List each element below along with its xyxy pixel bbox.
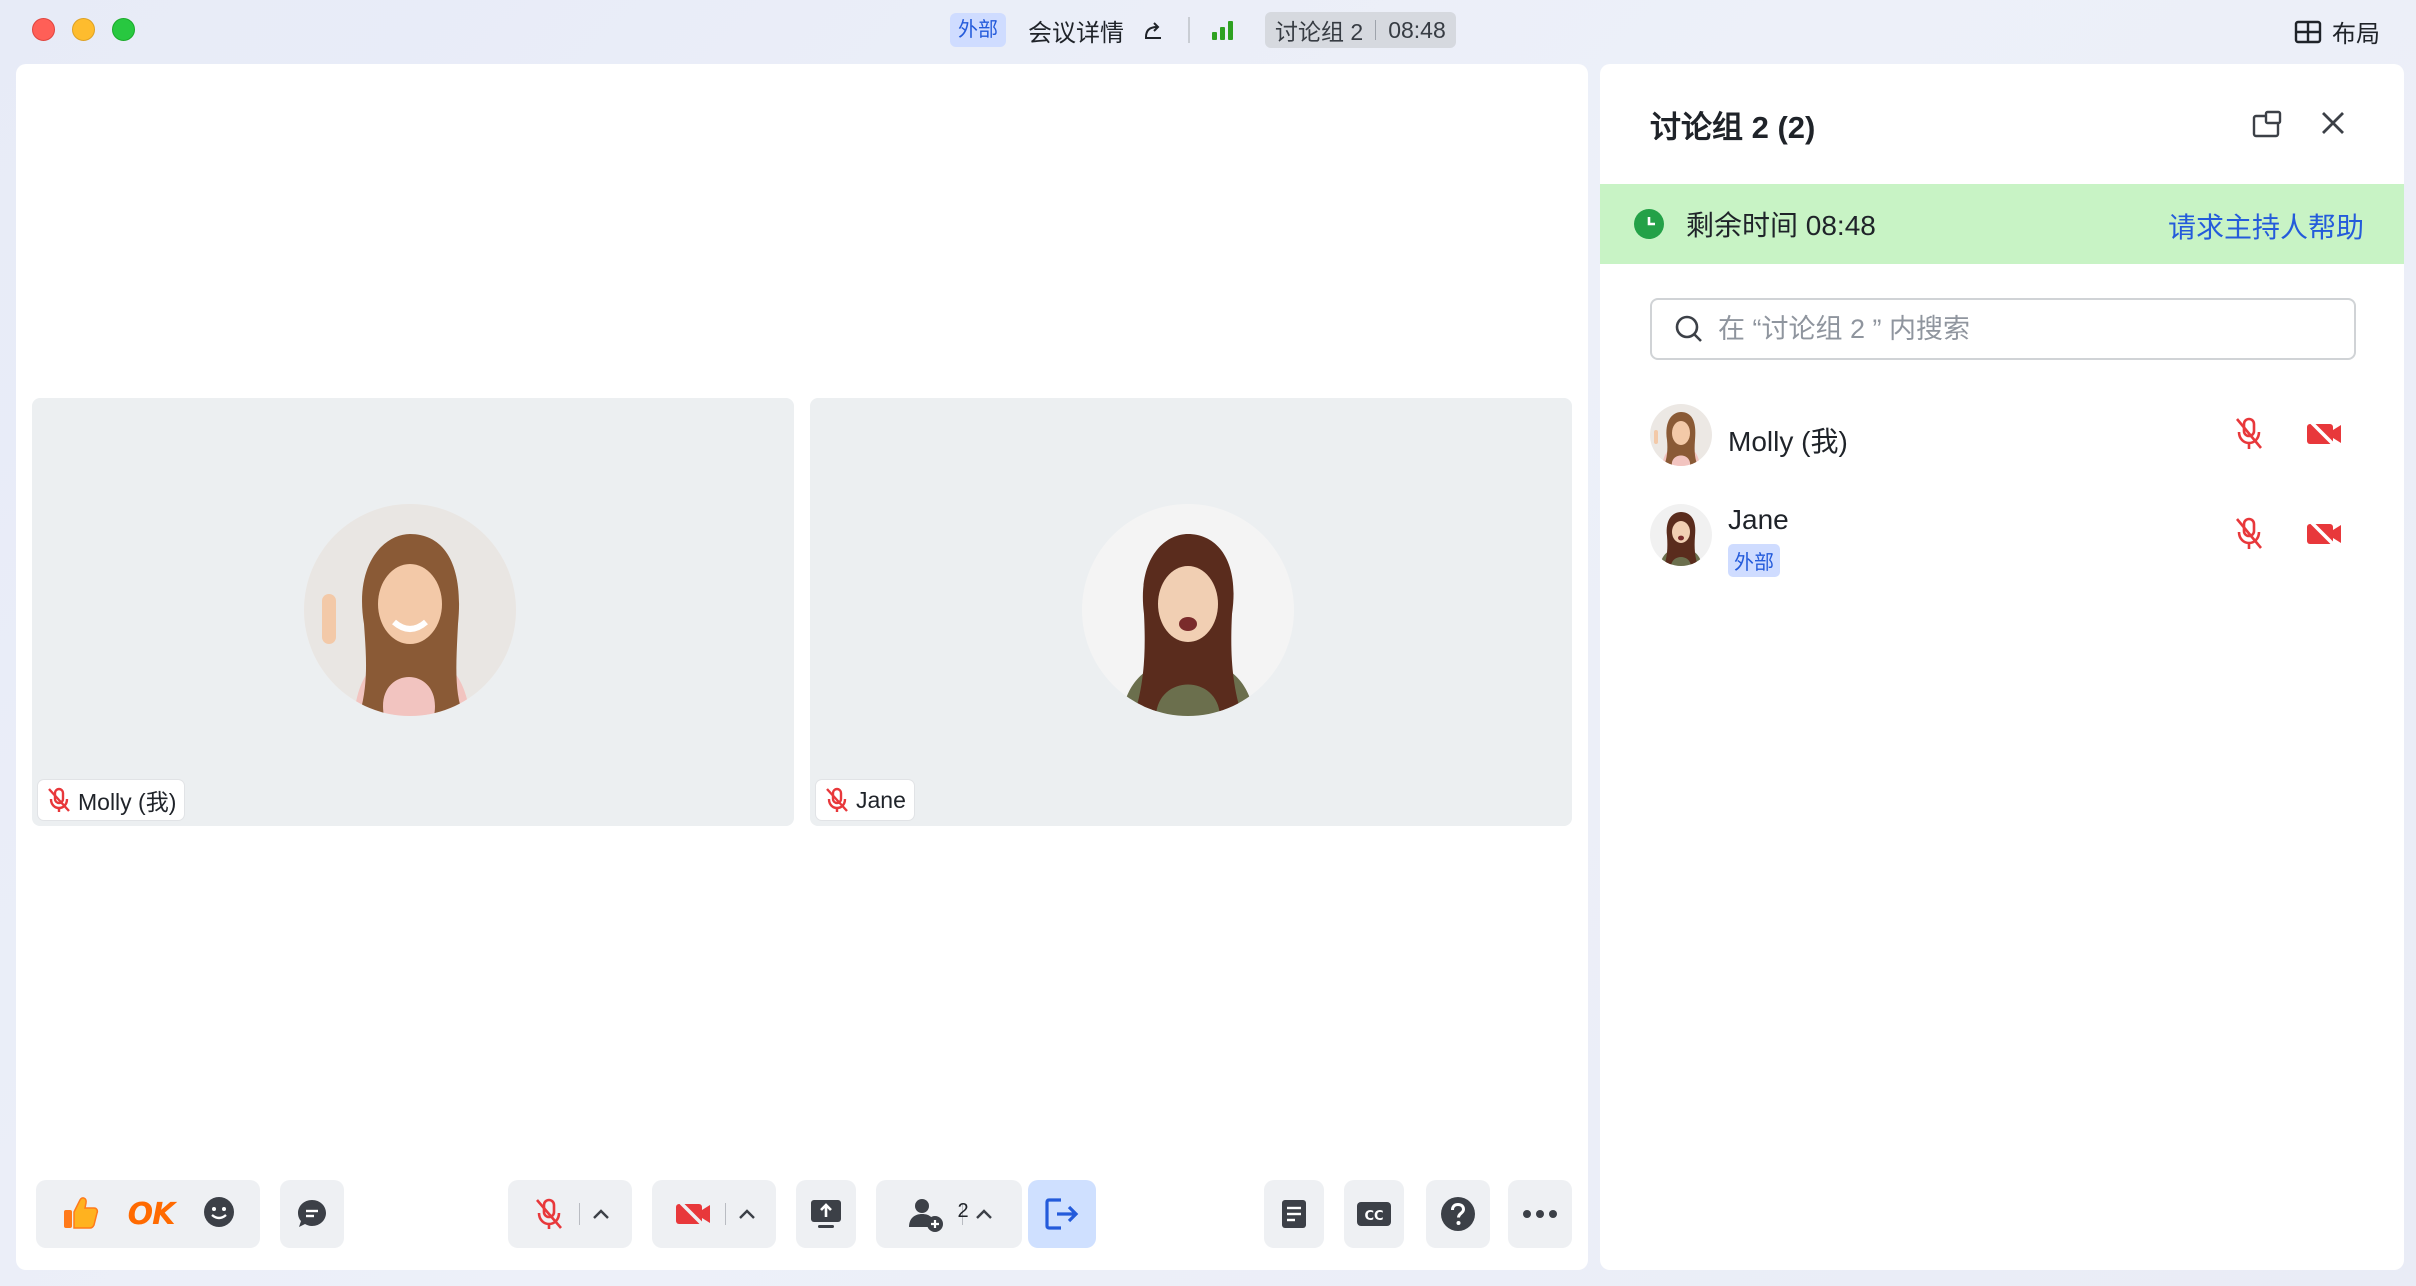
mic-off-icon[interactable] bbox=[2232, 516, 2266, 557]
participants-button[interactable]: 2 bbox=[876, 1180, 1022, 1248]
window-close-button[interactable] bbox=[32, 18, 55, 41]
mic-off-icon bbox=[535, 1198, 562, 1229]
mic-off-icon bbox=[826, 787, 848, 812]
external-badge: 外部 bbox=[1728, 544, 1780, 577]
participant-name: Molly (我) bbox=[78, 789, 177, 815]
camera-off-icon bbox=[675, 1198, 710, 1230]
panel-title: 讨论组 2 (2) bbox=[1650, 110, 1816, 145]
chat-icon bbox=[298, 1200, 326, 1227]
leave-meeting-button[interactable] bbox=[1028, 1180, 1096, 1248]
divider bbox=[578, 1203, 580, 1225]
notes-button[interactable] bbox=[1264, 1180, 1324, 1248]
avatar bbox=[1650, 504, 1712, 566]
request-host-help-link[interactable]: 请求主持人帮助 bbox=[2168, 206, 2364, 246]
add-person-icon bbox=[908, 1199, 943, 1232]
mic-off-icon[interactable] bbox=[2232, 416, 2266, 457]
participant-name-chip: Jane bbox=[816, 780, 914, 820]
window-minimize-button[interactable] bbox=[72, 18, 95, 41]
help-button[interactable] bbox=[1426, 1180, 1490, 1248]
captions-button[interactable]: CC bbox=[1344, 1180, 1404, 1248]
notes-icon bbox=[1282, 1200, 1306, 1228]
video-tile-jane[interactable]: Jane bbox=[810, 398, 1572, 826]
remaining-time: 剩余时间 08:48 bbox=[1686, 210, 1876, 241]
svg-text:CC: CC bbox=[1364, 1209, 1383, 1224]
chevron-up-icon[interactable] bbox=[592, 1208, 610, 1220]
camera-off-icon[interactable] bbox=[2304, 518, 2344, 555]
chevron-up-icon[interactable] bbox=[738, 1208, 756, 1220]
title-bar: 外部 会议详情 讨论组 2 08:48 布局 bbox=[0, 0, 2416, 60]
more-button[interactable] bbox=[1508, 1180, 1572, 1248]
share-screen-icon bbox=[811, 1200, 841, 1228]
share-screen-button[interactable] bbox=[796, 1180, 856, 1248]
clock-icon bbox=[1634, 209, 1664, 239]
group-name: 讨论组 2 bbox=[1275, 19, 1364, 45]
avatar bbox=[304, 504, 516, 716]
meeting-toolbar: OK 2 CC bbox=[16, 1180, 1588, 1256]
layout-button[interactable]: 布局 bbox=[2294, 14, 2380, 49]
divider bbox=[1375, 20, 1377, 40]
member-search[interactable] bbox=[1650, 298, 2356, 360]
cc-icon: CC bbox=[1357, 1202, 1391, 1226]
layout-label: 布局 bbox=[2332, 21, 2380, 48]
group-timer-chip: 讨论组 2 08:48 bbox=[1265, 12, 1456, 48]
member-row[interactable]: Jane 外部 bbox=[1650, 504, 2362, 584]
window-zoom-button[interactable] bbox=[112, 18, 135, 41]
reactions-group: OK bbox=[36, 1180, 260, 1248]
remaining-time-bar: 剩余时间 08:48 请求主持人帮助 bbox=[1600, 184, 2404, 264]
chat-button[interactable] bbox=[280, 1180, 344, 1248]
avatar bbox=[1650, 404, 1712, 466]
participant-count: 2 bbox=[957, 1200, 969, 1222]
signal-icon[interactable] bbox=[1212, 20, 1233, 40]
video-tile-molly[interactable]: Molly (我) bbox=[32, 398, 794, 826]
meeting-info-bar: 外部 会议详情 讨论组 2 08:48 bbox=[950, 11, 1456, 49]
layout-grid-icon bbox=[2294, 20, 2322, 43]
camera-toggle-button[interactable] bbox=[652, 1180, 776, 1248]
participant-name: Jane bbox=[856, 786, 906, 813]
participant-name-chip: Molly (我) bbox=[38, 780, 185, 820]
help-icon bbox=[1441, 1197, 1475, 1231]
ok-reaction-button[interactable]: OK bbox=[128, 1197, 176, 1232]
smile-icon[interactable] bbox=[202, 1195, 236, 1234]
camera-off-icon[interactable] bbox=[2304, 418, 2344, 455]
breakout-room-panel: 讨论组 2 (2) 剩余时间 08:48 请求主持人帮助 Molly (我) J… bbox=[1600, 64, 2404, 1270]
group-timer: 08:48 bbox=[1388, 16, 1446, 43]
mic-off-icon bbox=[48, 787, 70, 812]
leave-icon bbox=[1045, 1198, 1079, 1230]
video-stage: Molly (我) Jane bbox=[16, 64, 1588, 1270]
popout-icon[interactable] bbox=[2252, 110, 2282, 143]
chevron-up-icon[interactable] bbox=[975, 1208, 993, 1220]
member-name: Jane bbox=[1728, 504, 1789, 535]
mic-toggle-button[interactable] bbox=[508, 1180, 632, 1248]
member-row[interactable]: Molly (我) bbox=[1650, 404, 2362, 484]
thumbs-up-icon[interactable] bbox=[60, 1192, 100, 1237]
divider bbox=[1188, 17, 1190, 43]
member-name: Molly (我) bbox=[1728, 426, 1848, 457]
share-icon[interactable] bbox=[1142, 19, 1164, 41]
external-badge: 外部 bbox=[950, 13, 1006, 47]
search-input[interactable] bbox=[1718, 313, 2318, 345]
avatar bbox=[1082, 504, 1294, 716]
search-icon bbox=[1675, 315, 1702, 342]
more-icon bbox=[1523, 1210, 1557, 1218]
divider bbox=[724, 1203, 726, 1225]
meeting-details-link[interactable]: 会议详情 bbox=[1028, 13, 1124, 48]
close-icon[interactable] bbox=[2318, 108, 2348, 143]
